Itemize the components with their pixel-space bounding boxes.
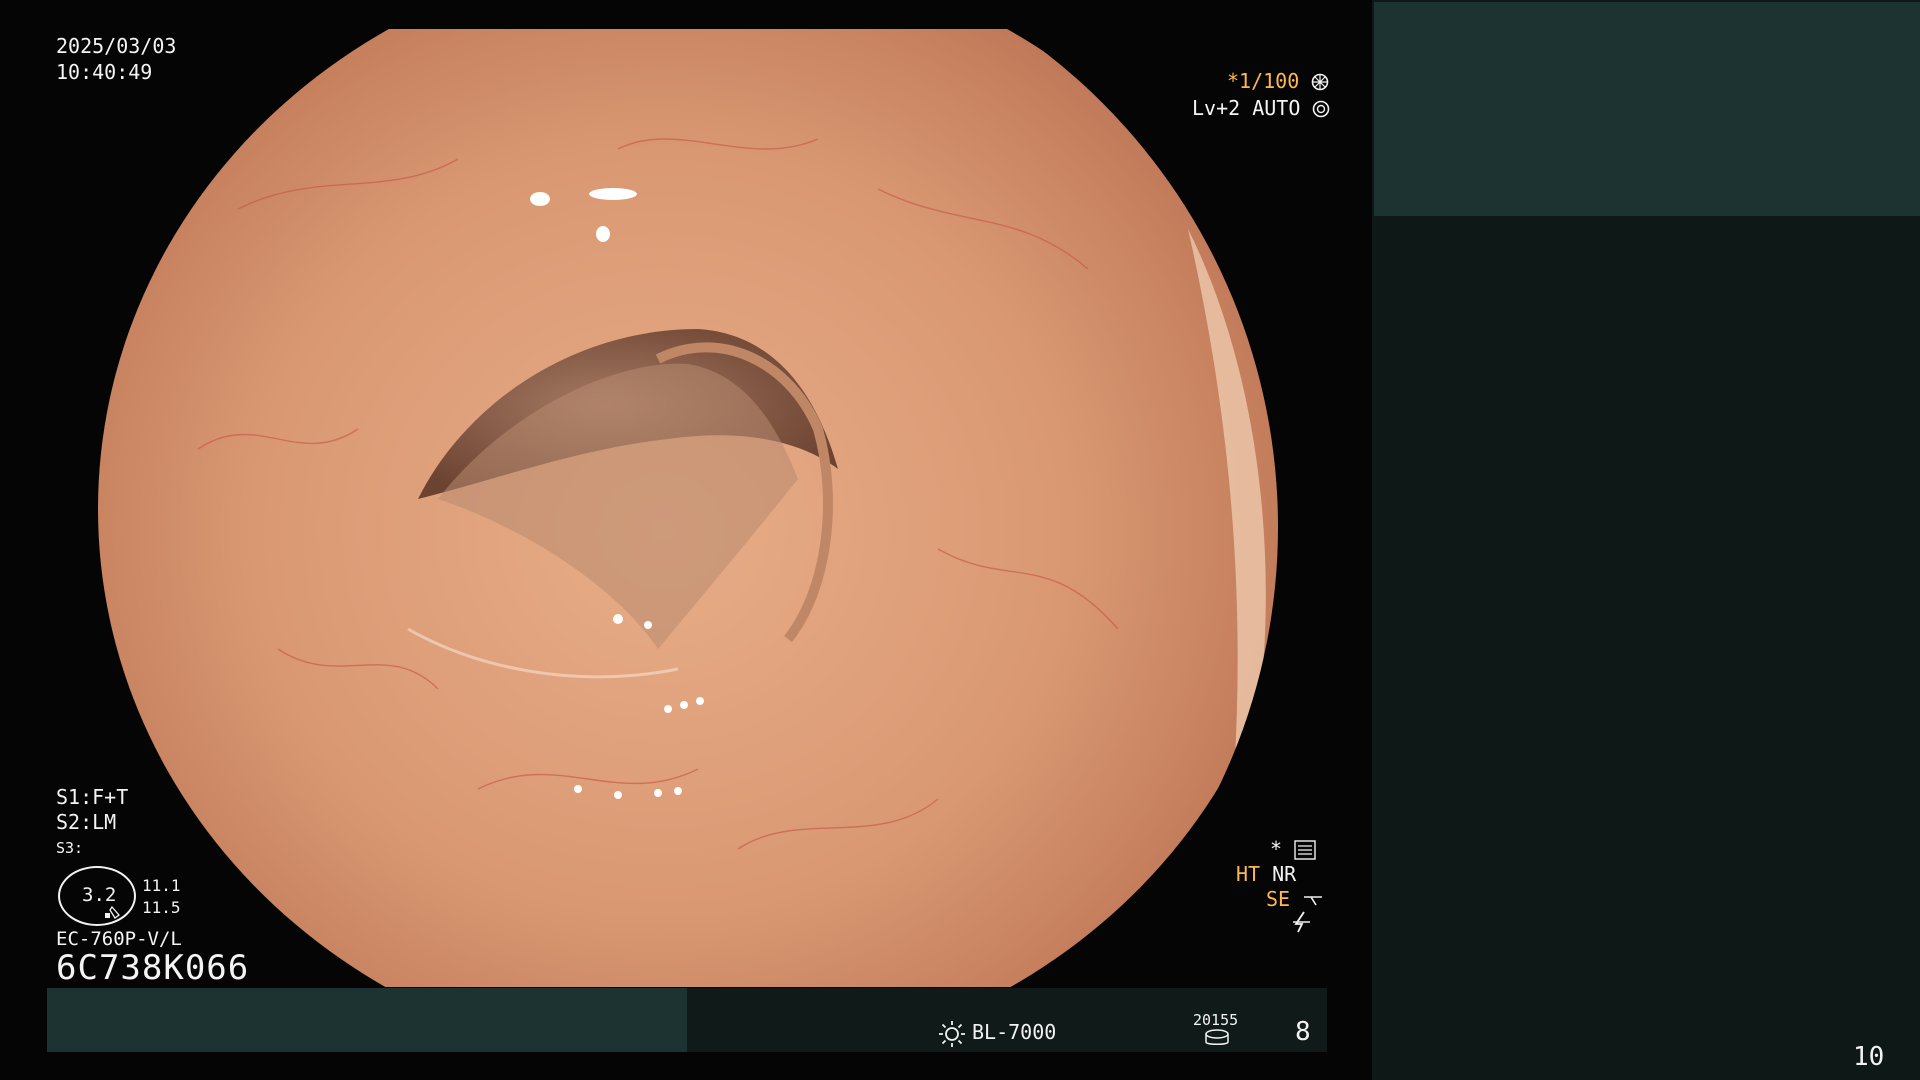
- se-label: SE: [1266, 887, 1291, 911]
- scope-tip-icon: [105, 905, 120, 919]
- brightness-level-text: Lv+2 AUTO: [1192, 96, 1301, 120]
- sun-icon: [939, 1021, 965, 1047]
- auto-iris-icon: [1313, 100, 1330, 118]
- preset-indicator: *: [1270, 837, 1316, 861]
- preset-star: *: [1270, 837, 1283, 861]
- date-text: 2025/03/03: [56, 34, 177, 58]
- settings-panel-icon: [1294, 840, 1316, 860]
- right-top-panel: [1374, 2, 1920, 216]
- enhance-curve-icon: [1304, 896, 1323, 906]
- zoom-indicator: 3.2: [58, 866, 136, 926]
- page-number: 8: [1295, 1017, 1311, 1047]
- switch-3-setting: S3:: [56, 839, 84, 857]
- bolt-icon: [1293, 911, 1310, 933]
- sub-value-2: 11.5: [142, 898, 181, 917]
- time-text: 10:40:49: [56, 60, 153, 84]
- right-panel-number: 10: [1853, 1042, 1885, 1072]
- image-counter: 20155: [1193, 1011, 1239, 1029]
- colon-lumen-image: [58, 29, 1312, 987]
- switch-2-setting: S2:LM: [56, 810, 117, 834]
- scope-serial: 6C738K066: [56, 948, 250, 988]
- endoscope-image-window: [58, 29, 1312, 987]
- ht-label: HT: [1236, 862, 1261, 886]
- light-source-label: BL-7000: [972, 1020, 1057, 1044]
- zoom-value: 3.2: [82, 884, 117, 906]
- shutter-speed-text: *1/100: [1227, 69, 1300, 93]
- ht-nr-indicator: HT NR: [1236, 862, 1296, 886]
- shutter-speed: *1/100: [1227, 69, 1329, 93]
- disk-icon: [1205, 1029, 1229, 1045]
- endoscope-video-area: 2025/03/03 10:40:49 *1/100 Lv+2 AUTO S1:…: [0, 0, 1372, 1080]
- switch-1-setting: S1:F+T: [56, 785, 129, 809]
- brightness-level: Lv+2 AUTO: [1192, 96, 1330, 120]
- bottom-info-panel: [47, 988, 687, 1052]
- se-indicator: SE: [1266, 887, 1324, 911]
- sub-value-1: 11.1: [142, 876, 181, 895]
- shutter-wheel-icon: [1311, 73, 1329, 91]
- nr-label: NR: [1272, 862, 1297, 886]
